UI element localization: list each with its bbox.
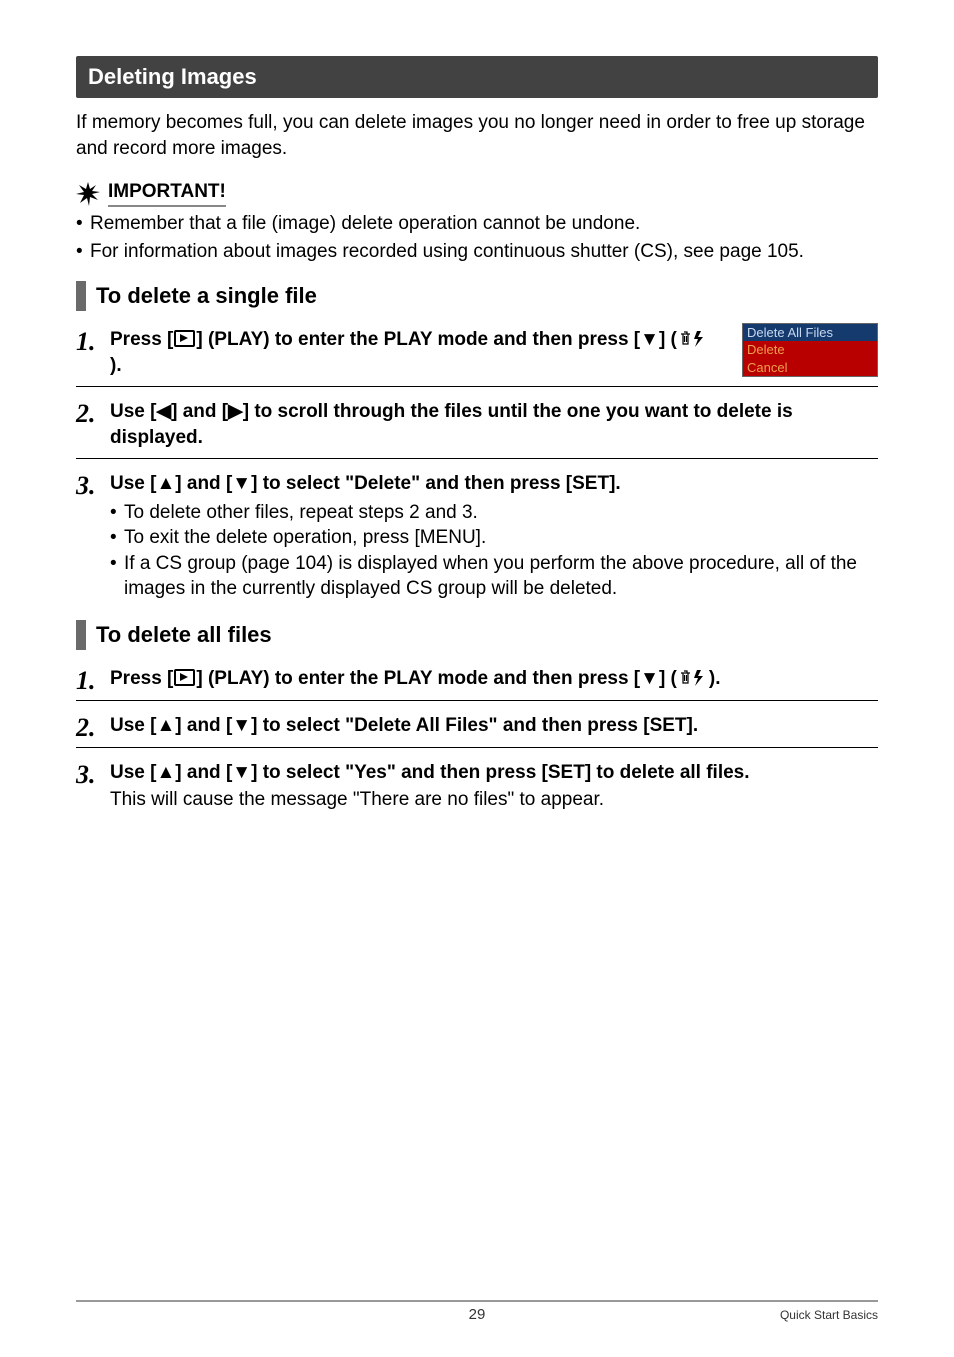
left-arrow-icon: ◀: [156, 401, 171, 422]
up-arrow-icon: ▲: [156, 715, 175, 736]
divider: [76, 386, 878, 387]
step-number-1b: 1.: [76, 666, 110, 694]
menu-item-cancel: Cancel: [743, 359, 877, 377]
s2-step3-subtext: This will cause the message "There are n…: [110, 787, 878, 814]
down-arrow-icon: ▼: [232, 715, 251, 736]
down-arrow-icon: ▼: [232, 473, 251, 494]
subsection-delete-all: To delete all files: [76, 620, 878, 650]
step-number-2b: 2.: [76, 713, 110, 741]
starburst-icon: [76, 182, 100, 206]
important-bullet-1: Remember that a file (image) delete oper…: [90, 211, 878, 237]
s1-step2-text: Use [◀] and [▶] to scroll through the fi…: [110, 399, 878, 452]
menu-item-delete-all: Delete All Files: [743, 324, 877, 342]
subsection-delete-single: To delete a single file: [76, 281, 878, 311]
down-arrow-icon: ▼: [232, 762, 251, 783]
step-number-2: 2.: [76, 399, 110, 427]
divider: [76, 458, 878, 459]
trash-flash-icon: [679, 330, 707, 348]
s1-step3-bullet-3: If a CS group (page 104) is displayed wh…: [124, 551, 878, 602]
important-bullets: Remember that a file (image) delete oper…: [76, 211, 878, 264]
s2-step2-text: Use [▲] and [▼] to select "Delete All Fi…: [110, 713, 878, 740]
up-arrow-icon: ▲: [156, 473, 175, 494]
play-icon: [174, 669, 195, 686]
page-number: 29: [469, 1306, 486, 1323]
divider: [76, 700, 878, 701]
important-bullet-2: For information about images recorded us…: [90, 239, 878, 265]
footer-breadcrumb: Quick Start Basics: [780, 1308, 878, 1322]
delete-menu: Delete All Files Delete Cancel: [742, 323, 878, 378]
step-number-3: 3.: [76, 471, 110, 499]
step-number-3b: 3.: [76, 760, 110, 788]
s1-step1-text: Press [] (PLAY) to enter the PLAY mode a…: [110, 327, 712, 380]
s1-step3-bullet-2: To exit the delete operation, press [MEN…: [124, 525, 878, 551]
subsection-label: To delete all files: [96, 620, 272, 650]
trash-flash-icon: [679, 669, 707, 687]
divider: [76, 747, 878, 748]
section-title: Deleting Images: [76, 56, 878, 98]
page-footer: 29 Quick Start Basics: [76, 1300, 878, 1323]
right-arrow-icon: ▶: [228, 401, 243, 422]
step-number-1: 1.: [76, 327, 110, 355]
menu-item-delete: Delete: [743, 341, 877, 359]
play-icon: [174, 330, 195, 347]
down-arrow-icon: ▼: [640, 668, 659, 689]
intro-text: If memory becomes full, you can delete i…: [76, 110, 878, 161]
s1-step3-bullet-1: To delete other files, repeat steps 2 an…: [124, 500, 878, 526]
down-arrow-icon: ▼: [640, 329, 659, 350]
up-arrow-icon: ▲: [156, 762, 175, 783]
s2-step1-text: Press [] (PLAY) to enter the PLAY mode a…: [110, 666, 878, 693]
s2-step3-text: Use [▲] and [▼] to select "Yes" and then…: [110, 760, 878, 813]
important-label: IMPORTANT!: [108, 181, 226, 207]
subsection-label: To delete a single file: [96, 281, 317, 311]
s1-step3-text: Use [▲] and [▼] to select "Delete" and t…: [110, 471, 878, 606]
